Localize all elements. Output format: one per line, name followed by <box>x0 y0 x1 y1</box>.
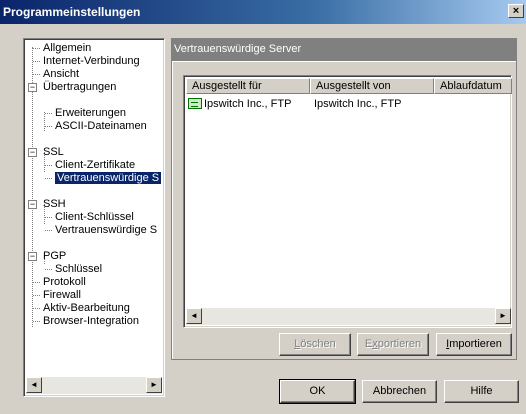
tree-line <box>33 321 40 322</box>
scroll-left-icon[interactable]: ◄ <box>186 308 202 324</box>
tree-line <box>45 113 52 114</box>
collapse-icon[interactable]: − <box>28 148 37 157</box>
tree-item-label: Schlüssel <box>55 263 103 275</box>
delete-button[interactable]: Löschen <box>279 333 351 356</box>
tree-item-uebertragungen[interactable]: Übertragungen <box>43 81 116 94</box>
tree-item-label: Client-Zertifikate <box>55 159 136 171</box>
tree-item-ssh-vertrauenswuerdige-server[interactable]: Vertrauenswürdige S <box>55 224 157 237</box>
tree-item-ascii-dateinamen[interactable]: ASCII-Dateinamen <box>55 120 147 133</box>
cell-issued-for: Ipswitch Inc., FTP <box>204 98 292 110</box>
tree-item-browser-integration[interactable]: Browser-Integration <box>43 315 139 328</box>
import-button[interactable]: Importieren <box>436 333 512 356</box>
tree-line <box>33 48 40 49</box>
tree-line <box>45 230 52 231</box>
tree-line <box>33 308 40 309</box>
tree-line <box>45 165 52 166</box>
list-header: Ausgestellt für Ausgestellt von Ablaufda… <box>186 78 512 94</box>
tree-item-label: Client-Schlüssel <box>55 211 134 223</box>
cancel-button[interactable]: Abbrechen <box>362 380 437 403</box>
column-ablaufdatum[interactable]: Ablaufdatum <box>434 78 512 94</box>
tree-item-protokoll[interactable]: Protokoll <box>43 276 86 289</box>
tree-item-label: Übertragungen <box>43 81 117 93</box>
tree-item-ssl[interactable]: SSL <box>43 146 64 159</box>
table-row[interactable]: Ipswitch Inc., FTP Ipswitch Inc., FTP <box>188 97 516 111</box>
tree-item-client-zertifikate[interactable]: Client-Zertifikate <box>55 159 135 172</box>
button-text: öschen <box>300 338 336 350</box>
tree-item-client-schluessel[interactable]: Client-Schlüssel <box>55 211 134 224</box>
tree-item-ssh[interactable]: SSH <box>43 198 66 211</box>
window-title: Programmeinstellungen <box>3 5 141 19</box>
tree-line <box>45 178 52 179</box>
cell-expires <box>438 97 516 111</box>
tree-item-label: Vertrauenswürdige S <box>55 172 162 184</box>
tree-item-pgp[interactable]: PGP <box>43 250 66 263</box>
tree-content: − − − − Allgemein Internet-Verbindung An… <box>26 41 162 376</box>
column-ausgestellt-von[interactable]: Ausgestellt von <box>310 78 434 94</box>
button-text: portieren <box>377 338 422 350</box>
cell-issued-by: Ipswitch Inc., FTP <box>314 98 402 110</box>
tree-item-label: Internet-Verbindung <box>43 55 140 67</box>
tree-item-ssl-vertrauenswuerdige-server[interactable]: Vertrauenswürdige S <box>55 172 162 185</box>
list-horizontal-scrollbar[interactable]: ◄ ► <box>186 308 511 325</box>
tree-item-aktiv-bearbeitung[interactable]: Aktiv-Bearbeitung <box>43 302 130 315</box>
tree-item-erweiterungen[interactable]: Erweiterungen <box>55 107 126 120</box>
collapse-icon[interactable]: − <box>28 83 37 92</box>
tree-item-label: Browser-Integration <box>43 315 139 327</box>
certificate-icon <box>188 98 202 109</box>
collapse-icon[interactable]: − <box>28 252 37 261</box>
tree-line <box>45 269 52 270</box>
tree-item-label: Protokoll <box>43 276 86 288</box>
tree-line <box>33 61 40 62</box>
tree-horizontal-scrollbar[interactable]: ◄ ► <box>26 377 162 394</box>
tree-item-label: Vertrauenswürdige S <box>55 224 158 236</box>
tree-item-label: Erweiterungen <box>55 107 126 119</box>
collapse-icon[interactable]: − <box>28 200 37 209</box>
tree-item-internet-verbindung[interactable]: Internet-Verbindung <box>43 55 140 68</box>
scroll-right-icon[interactable]: ► <box>495 308 511 324</box>
tree-item-label: Ansicht <box>43 68 80 80</box>
tree-item-label: ASCII-Dateinamen <box>55 120 147 132</box>
scroll-right-icon[interactable]: ► <box>146 377 162 393</box>
tree-item-label: SSL <box>43 146 64 158</box>
tree-item-allgemein[interactable]: Allgemein <box>43 42 91 55</box>
tree-line <box>45 217 52 218</box>
help-button[interactable]: Hilfe <box>444 380 519 403</box>
tree-item-schluessel[interactable]: Schlüssel <box>55 263 102 276</box>
tree-line <box>33 282 40 283</box>
tree-item-label: SSH <box>43 198 66 210</box>
title-bar: Programmeinstellungen × <box>0 0 526 24</box>
button-text: mportieren <box>449 338 502 350</box>
trusted-servers-list[interactable]: Ausgestellt für Ausgestellt von Ablaufda… <box>183 75 512 328</box>
tree-item-firewall[interactable]: Firewall <box>43 289 81 302</box>
tree-item-label: Aktiv-Bearbeitung <box>43 302 130 314</box>
tree-line <box>33 295 40 296</box>
settings-tree[interactable]: − − − − Allgemein Internet-Verbindung An… <box>23 38 165 397</box>
tree-item-label: Firewall <box>43 289 81 301</box>
column-ausgestellt-fuer[interactable]: Ausgestellt für <box>186 78 310 94</box>
tree-item-label: PGP <box>43 250 67 262</box>
ok-button[interactable]: OK <box>279 379 356 404</box>
scroll-left-icon[interactable]: ◄ <box>26 377 42 393</box>
tree-line <box>33 74 40 75</box>
tree-line <box>44 112 45 131</box>
tree-item-label: Allgemein <box>43 42 92 54</box>
panel-title: Vertrauenswürdige Server <box>171 38 517 60</box>
close-icon[interactable]: × <box>508 4 524 18</box>
tree-item-ansicht[interactable]: Ansicht <box>43 68 79 81</box>
export-button[interactable]: Exportieren <box>357 333 429 356</box>
tree-line <box>45 126 52 127</box>
